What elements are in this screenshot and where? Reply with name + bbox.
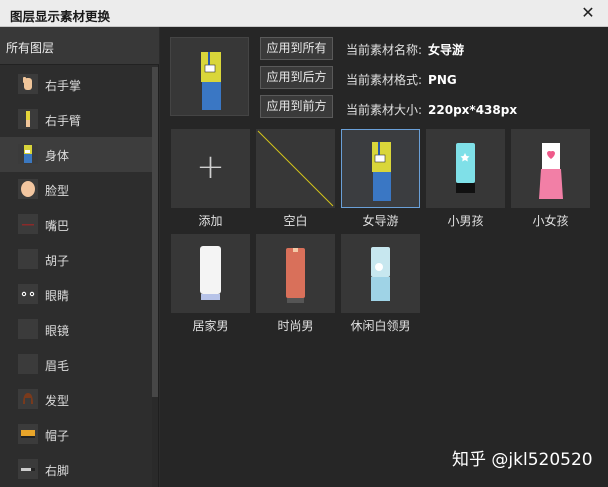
apply-to-after-button[interactable]: 应用到后方 [260, 66, 333, 89]
sidebar-item-label: 眉毛 [45, 359, 70, 373]
arm-icon [18, 109, 38, 129]
asset-label: 添加 [198, 214, 223, 228]
layer-list: 右手掌 右手臂 身体 脸型 嘴巴 胡子 眼睛 眼镜 眉毛 发型 帽子 右脚 [0, 67, 152, 487]
current-asset-preview [170, 37, 249, 116]
tour-guide-figure-icon [201, 52, 221, 110]
sidebar-scrollbar[interactable] [152, 67, 158, 487]
home-man-figure-icon [200, 246, 221, 300]
asset-panel: 应用到所有 应用到后方 应用到前方 当前素材名称: 女导游 当前素材格式: PNG … [160, 27, 608, 487]
asset-tile-fashion-man[interactable] [256, 234, 335, 313]
glasses-icon [18, 319, 38, 339]
sidebar-item-hat[interactable]: 帽子 [0, 417, 152, 452]
asset-label: 居家男 [192, 319, 229, 333]
asset-tile-boy[interactable] [426, 129, 505, 208]
sidebar-item-right-foot[interactable]: 右脚 [0, 452, 152, 487]
sidebar-item-mouth[interactable]: 嘴巴 [0, 207, 152, 242]
sidebar-item-label: 脸型 [45, 184, 70, 198]
boy-figure-icon [456, 143, 475, 193]
sidebar-item-label: 嘴巴 [45, 219, 70, 233]
asset-tile-add[interactable]: + [171, 129, 250, 208]
eyebrow-icon [18, 354, 38, 374]
hand-icon [18, 74, 38, 94]
asset-label: 空白 [283, 214, 308, 228]
sidebar-item-right-palm[interactable]: 右手掌 [0, 67, 152, 102]
asset-label: 休闲白领男 [350, 319, 411, 333]
girl-figure-icon [539, 143, 563, 199]
asset-label: 小女孩 [532, 214, 569, 228]
close-icon[interactable]: ✕ [578, 3, 598, 23]
title-bar: 图层显示素材更换 ✕ [0, 0, 608, 27]
blank-diagonal-icon [257, 130, 334, 207]
asset-tile-blank[interactable] [256, 129, 335, 208]
eyes-icon [18, 284, 38, 304]
apply-to-before-button[interactable]: 应用到前方 [260, 95, 333, 118]
asset-tile-home-man[interactable] [171, 234, 250, 313]
face-icon [18, 179, 38, 199]
sidebar-item-hair[interactable]: 发型 [0, 382, 152, 417]
asset-label: 小男孩 [447, 214, 484, 228]
hair-icon [18, 389, 38, 409]
asset-format-row: 当前素材格式: PNG [346, 71, 457, 88]
sidebar-item-eyes[interactable]: 眼睛 [0, 277, 152, 312]
sidebar-title: 所有图层 [6, 41, 55, 55]
asset-label: 女导游 [362, 214, 399, 228]
sidebar-item-beard[interactable]: 胡子 [0, 242, 152, 277]
beard-icon [18, 249, 38, 269]
asset-size-row: 当前素材大小: 220px*438px [346, 101, 517, 118]
asset-name-row: 当前素材名称: 女导游 [346, 41, 464, 58]
sidebar-item-label: 发型 [45, 394, 70, 408]
fashion-man-figure-icon [286, 248, 305, 303]
asset-name-value: 女导游 [428, 43, 465, 57]
asset-size-label: 当前素材大小: [346, 103, 423, 117]
scrollbar-thumb[interactable] [152, 67, 158, 397]
sidebar-item-label: 右手臂 [45, 114, 82, 128]
asset-tile-tour-guide[interactable] [341, 129, 420, 208]
sidebar-item-glasses[interactable]: 眼镜 [0, 312, 152, 347]
sidebar-item-body[interactable]: 身体 [0, 137, 152, 172]
asset-format-label: 当前素材格式: [346, 73, 423, 87]
mouth-icon [18, 214, 38, 234]
plus-icon: + [196, 147, 225, 187]
body-icon [18, 144, 38, 164]
sidebar-item-label: 眼镜 [45, 324, 70, 338]
asset-tile-girl[interactable] [511, 129, 590, 208]
casual-man-figure-icon [371, 247, 390, 301]
apply-to-all-button[interactable]: 应用到所有 [260, 37, 333, 60]
layer-sidebar: 所有图层 右手掌 右手臂 身体 脸型 嘴巴 胡子 眼睛 眼镜 眉毛 发型 帽子 … [0, 27, 159, 487]
watermark: 知乎 @jkl520520 [452, 450, 593, 470]
sidebar-item-eyebrow[interactable]: 眉毛 [0, 347, 152, 382]
sidebar-item-label: 身体 [45, 149, 70, 163]
sidebar-item-label: 胡子 [45, 254, 70, 268]
sidebar-item-right-arm[interactable]: 右手臂 [0, 102, 152, 137]
sidebar-item-label: 眼睛 [45, 289, 70, 303]
asset-size-value: 220px*438px [428, 103, 518, 117]
foot-icon [18, 459, 38, 479]
sidebar-item-label: 右脚 [45, 464, 70, 478]
tour-guide-figure-icon [372, 142, 391, 201]
asset-tile-casual-man[interactable] [341, 234, 420, 313]
sidebar-item-face[interactable]: 脸型 [0, 172, 152, 207]
asset-name-label: 当前素材名称: [346, 43, 423, 57]
window-title: 图层显示素材更换 [10, 9, 111, 24]
sidebar-item-label: 右手掌 [45, 79, 82, 93]
asset-label: 时尚男 [277, 319, 314, 333]
hat-icon [18, 424, 38, 444]
sidebar-header: 所有图层 [0, 27, 159, 65]
asset-format-value: PNG [428, 73, 457, 87]
sidebar-item-label: 帽子 [45, 429, 70, 443]
